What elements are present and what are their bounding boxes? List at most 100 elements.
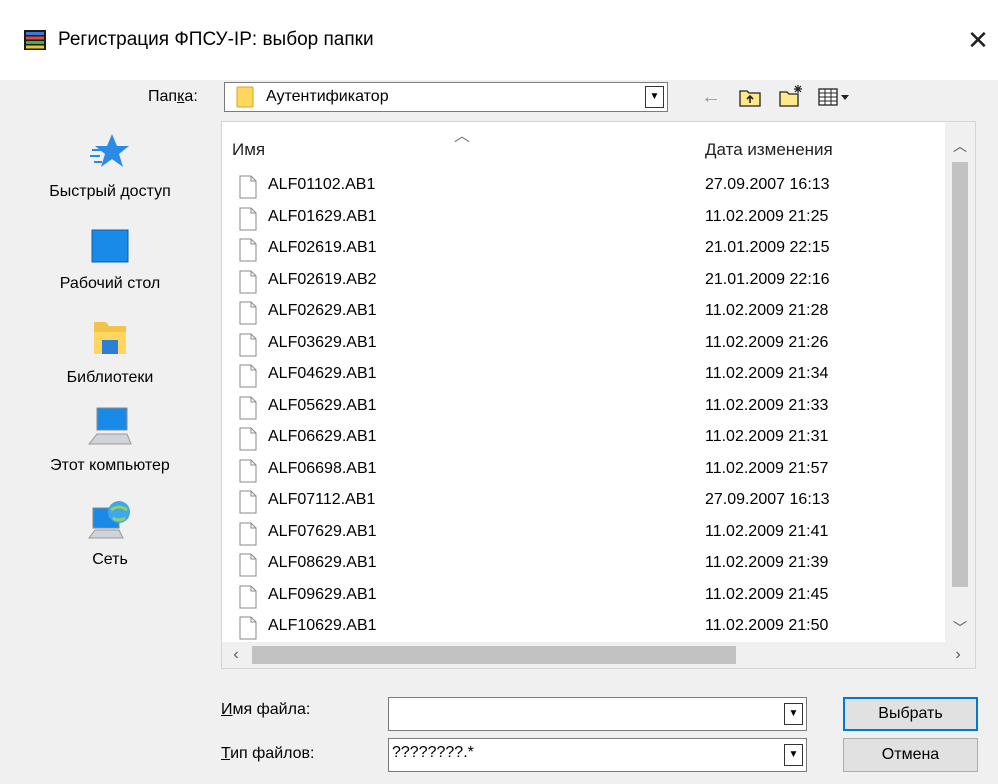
folder-dropdown-button[interactable]: ▼ [645,86,664,108]
quick-access-star-icon [90,134,129,167]
file-name: ALF07112.AB1 [268,491,376,508]
file-date: 21.01.2009 22:16 [705,270,830,288]
file-name: ALF06698.AB1 [268,459,377,477]
file-icon [239,207,257,230]
file-date: 11.02.2009 21:45 [705,585,829,603]
file-date: 11.02.2009 21:41 [705,522,829,540]
file-icon [239,616,257,640]
file-date: 11.02.2009 21:39 [705,554,829,571]
sort-ascending-icon: ︿ [454,128,471,145]
folder-label: Папка: [148,88,198,105]
file-icon [239,364,257,388]
file-icon [239,459,257,482]
file-row[interactable]: ALF03629.AB111.02.2009 21:26Фа [222,330,974,361]
this-pc-icon [87,407,132,445]
file-name: ALF01102.AB1 [268,176,376,193]
horizontal-scroll-thumb[interactable] [252,646,736,664]
file-icon [239,270,257,293]
scroll-left-icon[interactable]: ‹ [226,645,246,665]
file-icon [239,333,257,356]
file-icon [239,427,257,451]
file-name: ALF02629.AB1 [268,302,377,319]
filename-dropdown-button[interactable]: ▼ [784,703,803,725]
file-date: 27.09.2007 16:13 [705,176,830,193]
file-name: ALF04629.AB1 [268,365,377,382]
file-name: ALF01629.AB1 [268,207,377,225]
file-row[interactable]: ALF02619.AB221.01.2009 22:16Фа [222,267,974,298]
file-icon [239,490,257,514]
file-icon [239,175,257,199]
file-icon [239,238,257,262]
scroll-up-icon[interactable]: ︿ [951,136,969,156]
file-name: ALF09629.AB1 [268,585,377,603]
file-icon [239,585,257,608]
file-name: ALF05629.AB1 [268,396,377,414]
file-row[interactable]: ALF07629.AB111.02.2009 21:41Фа [222,519,974,550]
file-name: ALF03629.AB1 [268,333,377,351]
file-row[interactable]: ALF01102.AB127.09.2007 16:13Фа [222,172,974,203]
file-date: 11.02.2009 21:34 [705,365,829,382]
folder-icon [236,86,254,108]
file-row[interactable]: ALF07112.AB127.09.2007 16:13Фа [222,487,974,518]
file-date: 27.09.2007 16:13 [705,491,830,508]
libraries-icon [94,322,126,354]
filetype-value: ????????.* [392,744,474,761]
file-date: 11.02.2009 21:57 [705,459,829,477]
file-row[interactable]: ALF10629.AB111.02.2009 21:50Фа [222,613,974,644]
vertical-scrollbar[interactable]: ︿ ﹀ [945,122,975,645]
new-folder-icon[interactable] [778,84,804,108]
file-date: 11.02.2009 21:31 [705,428,829,445]
current-folder-name: Аутентификатор [266,88,389,105]
file-date: 11.02.2009 21:28 [705,302,829,319]
back-arrow-icon[interactable]: ← [700,86,722,108]
place-libraries[interactable]: Библиотеки [0,316,220,387]
filename-input[interactable] [388,697,807,731]
file-date: 11.02.2009 21:25 [705,207,829,225]
place-quick-access[interactable]: Быстрый доступ [0,130,220,201]
filetype-dropdown-button[interactable]: ▼ [784,744,803,766]
file-row[interactable]: ALF06629.AB111.02.2009 21:31Фа [222,424,974,455]
up-folder-icon[interactable] [738,86,762,108]
file-name: ALF02619.AB1 [268,239,377,256]
file-row[interactable]: ALF06698.AB111.02.2009 21:57Фа [222,456,974,487]
file-name: ALF08629.AB1 [268,554,377,571]
file-name: ALF07629.AB1 [268,522,377,540]
network-icon [88,501,130,539]
file-date: 11.02.2009 21:50 [705,617,829,634]
file-row[interactable]: ALF04629.AB111.02.2009 21:34Фа [222,361,974,392]
file-date: 11.02.2009 21:26 [705,333,829,351]
file-row[interactable]: ALF09629.AB111.02.2009 21:45Фа [222,582,974,613]
cancel-button[interactable]: Отмена [843,738,978,772]
window-title: Регистрация ФПСУ-IP: выбор папки [58,29,374,50]
close-button[interactable]: ✕ [960,22,996,58]
vertical-scroll-thumb[interactable] [952,162,968,587]
scroll-right-icon[interactable]: › [948,645,968,665]
file-list[interactable]: ︿ Имя Дата изменения Ти ALF01102.AB127.0… [221,121,976,669]
file-date: 21.01.2009 22:15 [705,239,830,256]
file-row[interactable]: ALF02629.AB111.02.2009 21:28Фа [222,298,974,329]
desktop-icon [91,229,129,263]
file-date: 11.02.2009 21:33 [705,396,829,414]
file-icon [239,522,257,545]
file-row[interactable]: ALF01629.AB111.02.2009 21:25Фа [222,204,974,235]
places-bar: Быстрый доступ Рабочий стол Библиотеки Э… [0,126,220,686]
file-name: ALF06629.AB1 [268,428,377,445]
place-network[interactable]: Сеть [0,498,220,569]
file-row[interactable]: ALF02619.AB121.01.2009 22:15Фа [222,235,974,266]
filetype-label: Тип файлов: [221,745,315,762]
file-name: ALF02619.AB2 [268,270,377,288]
file-icon [239,301,257,325]
file-row[interactable]: ALF08629.AB111.02.2009 21:39Фа [222,550,974,581]
place-desktop[interactable]: Рабочий стол [0,226,220,293]
place-this-pc[interactable]: Этот компьютер [0,404,220,475]
app-icon [24,30,46,50]
file-row[interactable]: ALF05629.AB111.02.2009 21:33Фа [222,393,974,424]
file-name: ALF10629.AB1 [268,617,377,634]
scroll-down-icon[interactable]: ﹀ [951,618,969,638]
horizontal-scrollbar[interactable]: ‹ › [222,642,975,668]
file-icon [239,396,257,419]
filename-label: Имя файла: [221,701,311,718]
view-menu-icon[interactable] [818,86,850,108]
select-button[interactable]: Выбрать [843,697,978,731]
file-icon [239,553,257,577]
